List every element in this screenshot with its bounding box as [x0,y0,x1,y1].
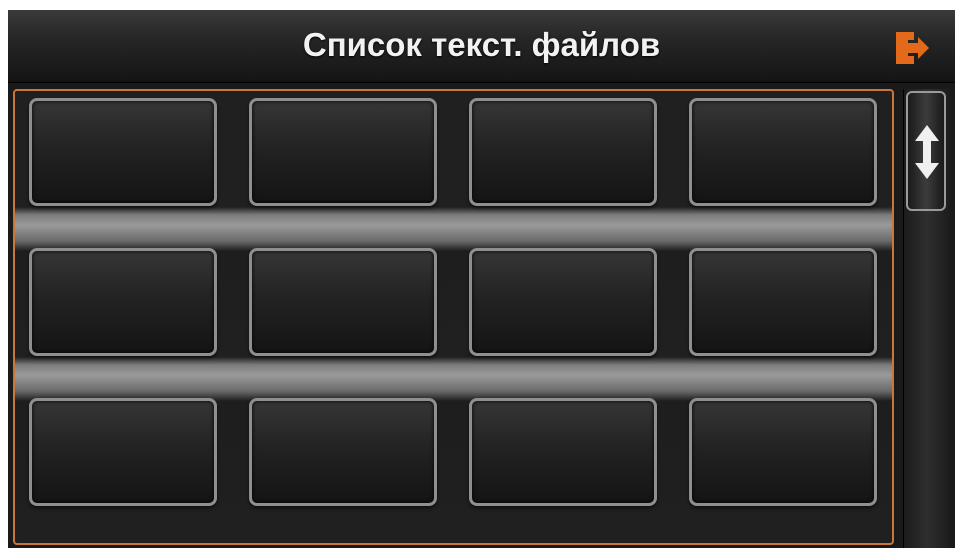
file-tile[interactable] [29,398,217,506]
file-tile[interactable] [689,248,877,356]
file-tile[interactable] [249,248,437,356]
file-tile[interactable] [29,98,217,206]
exit-door-arrow-icon [896,32,929,64]
exit-button[interactable] [892,28,932,68]
file-list-screen: Список текст. файлов [8,10,955,548]
file-grid-panel [13,89,894,545]
file-tile[interactable] [29,248,217,356]
page-title: Список текст. файлов [302,26,661,63]
file-tile[interactable] [469,248,657,356]
file-tile[interactable] [689,98,877,206]
file-tile[interactable] [469,98,657,206]
header-bar: Список текст. файлов [8,10,955,83]
file-tile[interactable] [689,398,877,506]
file-tile[interactable] [469,398,657,506]
file-tile[interactable] [249,398,437,506]
file-grid [29,98,877,506]
file-tile[interactable] [249,98,437,206]
up-down-arrow-icon [915,125,939,179]
scroll-thumb[interactable] [906,91,946,211]
vertical-scrollbar[interactable] [903,89,950,548]
